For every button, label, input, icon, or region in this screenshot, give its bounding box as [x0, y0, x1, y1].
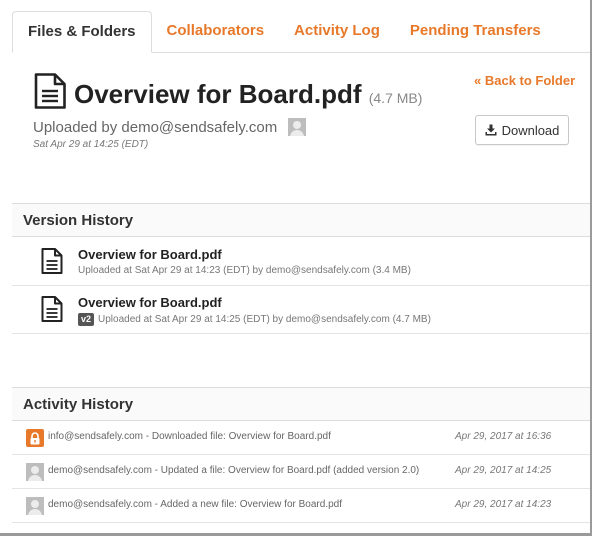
activity-text: demo@sendsafely.com - Added a new file: …: [48, 499, 342, 510]
version-file-name[interactable]: Overview for Board.pdf: [78, 247, 222, 262]
document-icon: [41, 248, 63, 274]
activity-text: info@sendsafely.com - Downloaded file: O…: [48, 431, 331, 442]
file-name: Overview for Board.pdf: [74, 79, 362, 109]
tab-collaborators[interactable]: Collaborators: [152, 11, 280, 52]
activity-date: Apr 29, 2017 at 16:36: [455, 431, 552, 442]
tab-bar: Files & Folders Collaborators Activity L…: [12, 11, 590, 53]
download-button[interactable]: Download: [475, 115, 569, 145]
user-avatar: [26, 497, 44, 515]
tab-files-folders[interactable]: Files & Folders: [12, 11, 152, 53]
activity-date: Apr 29, 2017 at 14:23: [455, 499, 552, 510]
version-row[interactable]: Overview for Board.pdf v2 Uploaded at Sa…: [12, 286, 590, 334]
version-badge: v2: [78, 313, 95, 326]
version-history-header: Version History: [12, 203, 590, 237]
uploaded-by: Uploaded by demo@sendsafely.com: [33, 118, 307, 136]
version-file-name[interactable]: Overview for Board.pdf: [78, 295, 222, 310]
document-icon: [41, 296, 63, 322]
version-meta: Uploaded at Sat Apr 29 at 14:23 (EDT) by…: [78, 265, 411, 276]
download-label: Download: [501, 122, 560, 138]
activity-row: demo@sendsafely.com - Added a new file: …: [12, 489, 590, 523]
version-meta-text: Uploaded at Sat Apr 29 at 14:23 (EDT) by…: [78, 265, 411, 276]
activity-history-header: Activity History: [12, 387, 590, 421]
file-size: (4.7 MB): [368, 90, 423, 106]
lock-icon: [26, 429, 44, 447]
version-row[interactable]: Overview for Board.pdf Uploaded at Sat A…: [12, 238, 590, 286]
activity-row: info@sendsafely.com - Downloaded file: O…: [12, 421, 590, 455]
tab-pending-transfers[interactable]: Pending Transfers: [395, 11, 556, 52]
uploaded-date: Sat Apr 29 at 14:25 (EDT): [33, 139, 149, 150]
activity-date: Apr 29, 2017 at 14:25: [455, 465, 552, 476]
file-title: Overview for Board.pdf (4.7 MB): [74, 78, 422, 114]
download-icon: [485, 124, 497, 136]
file-detail-window: Files & Folders Collaborators Activity L…: [0, 0, 592, 536]
tab-activity-log[interactable]: Activity Log: [279, 11, 395, 52]
uploaded-by-text: Uploaded by demo@sendsafely.com: [33, 118, 278, 136]
back-to-folder-link[interactable]: « Back to Folder: [474, 73, 575, 88]
version-meta-text: Uploaded at Sat Apr 29 at 14:25 (EDT) by…: [98, 314, 431, 325]
activity-row: demo@sendsafely.com - Updated a file: Ov…: [12, 455, 590, 489]
activity-text: demo@sendsafely.com - Updated a file: Ov…: [48, 465, 420, 476]
user-avatar: [26, 463, 44, 481]
uploader-avatar: [288, 118, 307, 136]
version-meta: v2 Uploaded at Sat Apr 29 at 14:25 (EDT)…: [78, 313, 431, 326]
document-icon: [34, 73, 66, 109]
